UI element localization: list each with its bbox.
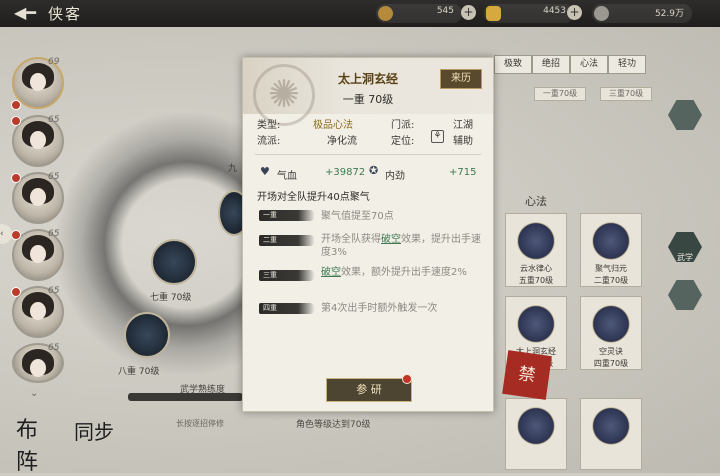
sect-label: 门派:	[391, 120, 415, 131]
resource-leaf: 545	[376, 4, 462, 23]
add-leaf-button[interactable]: +	[461, 5, 476, 20]
effect-text: 效果，额外提升出手速度2%	[341, 267, 467, 278]
meditation-icon	[517, 222, 555, 260]
level-tag-text: 一重	[263, 211, 277, 219]
top-bar: ◀━ 侠客 545 + 4453 + 52.9万	[0, 0, 720, 27]
tab-xinfa[interactable]: 心法	[570, 55, 608, 74]
requirement-text: 角色等级达到70级	[296, 420, 371, 430]
silver-coin-icon	[594, 6, 609, 21]
forbidden-seal: 禁	[502, 350, 552, 400]
node-label: 八重 70级	[118, 367, 160, 377]
sect-value: 江湖	[453, 120, 473, 131]
martial-figure-icon	[517, 407, 555, 445]
sync-button[interactable]: 同步	[74, 416, 114, 456]
node-label: 七重 70级	[150, 293, 192, 303]
keyword-link[interactable]: 破空	[321, 267, 341, 278]
divider	[255, 154, 481, 155]
tab-jizhi[interactable]: 极致	[494, 55, 532, 74]
skill-detail-popup: ✺ 太上洞玄经 一重 70级 来历 类型: 极品心法 门派: 江湖 流派: 净化…	[242, 57, 494, 412]
card-label: 三重70级	[600, 87, 652, 101]
level-tag-text: 二重	[263, 236, 277, 244]
skill-card[interactable]: 空灵诀 四重70级	[580, 296, 642, 370]
skill-card[interactable]	[505, 398, 567, 470]
level-tag: 一重	[259, 210, 315, 221]
meditation-icon	[592, 305, 630, 343]
progress-bar	[128, 393, 243, 401]
level-effect: 聚气值提至70点	[321, 211, 394, 222]
hp-label: 气血	[277, 171, 297, 182]
chevron-down-icon[interactable]: ⌄	[30, 388, 38, 399]
resource-gold: 4453	[484, 4, 574, 23]
skill-node-7[interactable]	[151, 239, 197, 285]
portrait-level: 65	[48, 115, 60, 125]
role-value: 辅助	[453, 136, 473, 147]
back-arrow-icon[interactable]: ◀━	[14, 4, 40, 22]
heart-icon: ♥	[260, 165, 270, 178]
skill-card[interactable]: 云水律心 五重70级	[505, 213, 567, 287]
level-tag-text: 三重	[263, 271, 277, 279]
research-button[interactable]: 参 研	[326, 378, 412, 402]
role-label: 定位:	[391, 136, 415, 147]
resource-silver: 52.9万	[592, 4, 692, 23]
meditation-icon	[592, 222, 630, 260]
notification-dot	[402, 374, 412, 384]
martial-figure-icon	[592, 407, 630, 445]
node-label: 九	[228, 164, 238, 174]
level-effect: 破空效果，额外提升出手速度2%	[321, 266, 481, 279]
inner-label: 内劲	[385, 171, 405, 182]
card-name: 空灵诀	[599, 347, 623, 356]
formation-button[interactable]: 布阵	[16, 412, 56, 475]
page-title: 侠客	[48, 5, 83, 23]
notification-dot	[11, 230, 21, 240]
level-tag: 四重	[259, 303, 315, 314]
base-effect: 开场对全队提升40点聚气	[257, 192, 370, 203]
gold-ingot-icon	[486, 6, 501, 21]
level-tag-text: 四重	[263, 304, 277, 312]
notification-dot	[11, 287, 21, 297]
skill-card[interactable]	[580, 398, 642, 470]
tab-qinggong[interactable]: 轻功	[608, 55, 646, 74]
level-effect: 第4次出手时额外触发一次	[321, 303, 438, 314]
card-name: 聚气归元	[595, 264, 627, 273]
portrait-level: 65	[48, 286, 60, 296]
tab-juezhao[interactable]: 绝招	[532, 55, 570, 74]
portrait-level: 65	[48, 172, 60, 182]
portrait-level: 65	[48, 343, 60, 353]
notification-dot	[11, 100, 21, 110]
meditation-icon	[517, 305, 555, 343]
card-level: 四重70级	[593, 359, 629, 368]
leaf-currency-icon	[378, 6, 393, 21]
card-level: 五重70级	[518, 276, 554, 285]
type-label: 类型:	[257, 120, 281, 131]
section-title: 心法	[525, 195, 547, 208]
notification-dot	[11, 173, 21, 183]
skill-node-8[interactable]	[124, 312, 170, 358]
origin-button[interactable]: 来历	[440, 69, 482, 89]
school-value: 净化流	[327, 136, 357, 147]
swirl-icon: ✪	[369, 164, 379, 177]
portrait-level: 69	[48, 57, 60, 67]
skill-level: 一重 70级	[342, 93, 394, 106]
level-tag: 三重	[259, 270, 315, 281]
school-label: 流派:	[257, 136, 281, 147]
type-value: 极品心法	[313, 120, 353, 131]
card-name: 云水律心	[520, 264, 552, 273]
support-role-icon: ⚘	[431, 130, 444, 143]
progress-hint: 长按逐招停修	[176, 419, 224, 428]
card-label: 一重70级	[534, 87, 586, 101]
level-tag: 二重	[259, 235, 315, 246]
keyword-link[interactable]: 破空	[381, 234, 401, 245]
add-gold-button[interactable]: +	[567, 5, 582, 20]
hp-value: +39872	[325, 167, 366, 178]
level-effect: 开场全队获得破空效果，提升出手速度3%	[321, 233, 481, 259]
effect-text: 开场全队获得	[321, 234, 381, 245]
skill-card[interactable]: 聚气归元 二重70级	[580, 213, 642, 287]
notification-dot	[11, 116, 21, 126]
inner-value: +715	[449, 167, 477, 178]
portrait-level: 65	[48, 229, 60, 239]
card-level: 二重70级	[593, 276, 629, 285]
